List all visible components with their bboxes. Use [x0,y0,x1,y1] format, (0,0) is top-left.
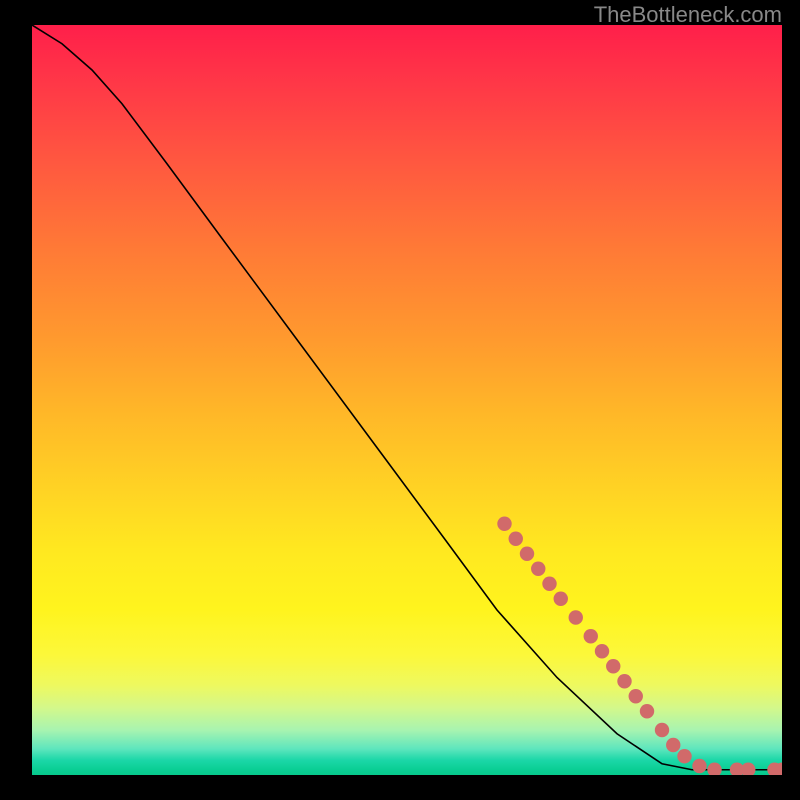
data-marker [677,749,691,763]
data-marker [707,763,721,775]
data-marker [617,674,631,688]
data-marker [584,629,598,643]
data-marker [741,763,755,775]
data-marker [655,723,669,737]
data-marker [606,659,620,673]
attribution-text: TheBottleneck.com [594,2,782,28]
data-marker [509,532,523,546]
data-marker [666,738,680,752]
chart-svg [32,25,782,775]
data-marker [497,517,511,531]
plot-area [32,25,782,775]
data-marker [595,644,609,658]
data-marker [531,562,545,576]
curve-line [32,25,782,770]
data-marker [520,547,534,561]
markers-group [497,517,782,775]
data-marker [640,704,654,718]
data-marker [629,689,643,703]
data-marker [542,577,556,591]
data-marker [692,759,706,773]
data-marker [569,610,583,624]
data-marker [554,592,568,606]
